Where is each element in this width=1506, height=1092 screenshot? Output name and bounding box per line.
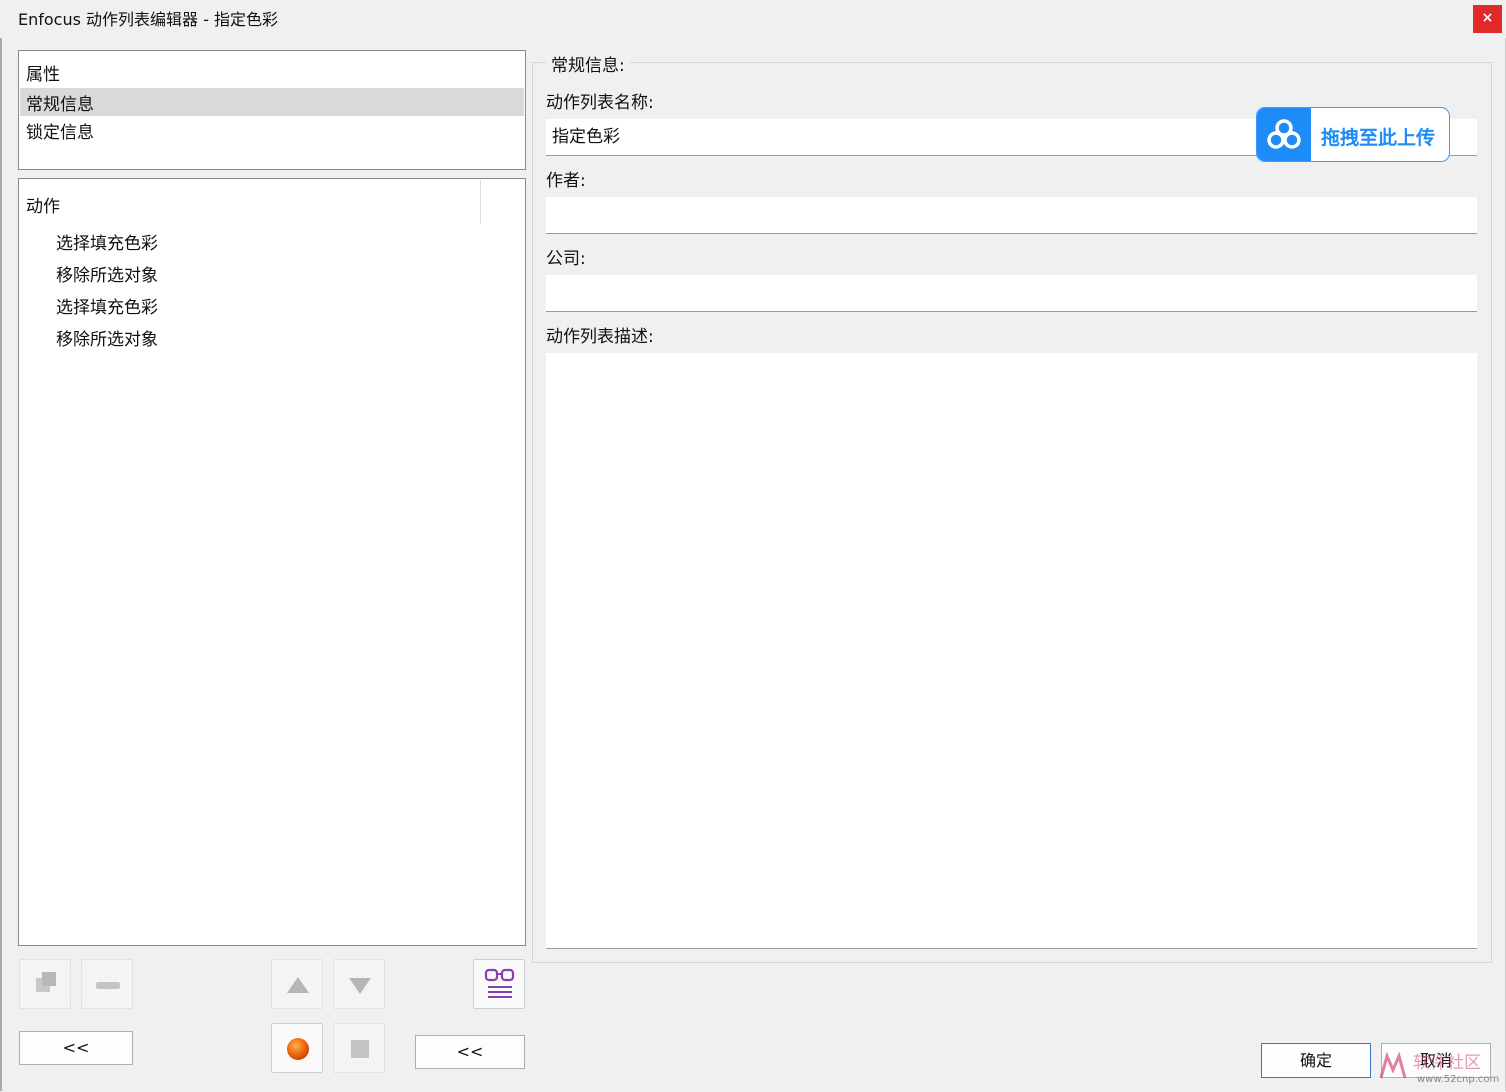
properties-selection-highlight xyxy=(20,88,524,116)
description-field[interactable] xyxy=(546,353,1477,949)
general-info-title: 常规信息: xyxy=(546,51,630,76)
upload-overlay[interactable]: 拖拽至此上传 xyxy=(1256,107,1450,162)
watermark: 软件社区 www.52cnp.com xyxy=(1377,1048,1502,1088)
action-item[interactable]: 移除所选对象 xyxy=(56,325,158,350)
action-item[interactable]: 选择填充色彩 xyxy=(56,293,158,318)
properties-list[interactable]: 属性 常规信息 锁定信息 xyxy=(18,50,526,170)
close-button[interactable]: × xyxy=(1473,5,1502,33)
move-up-button[interactable] xyxy=(271,959,323,1009)
action-item[interactable]: 移除所选对象 xyxy=(56,261,158,286)
window-title: Enfocus 动作列表编辑器 - 指定色彩 xyxy=(18,10,278,29)
record-icon xyxy=(287,1038,309,1060)
properties-item-lock[interactable]: 锁定信息 xyxy=(26,118,94,143)
ok-button[interactable]: 确定 xyxy=(1261,1043,1371,1078)
actions-list[interactable]: 动作 选择填充色彩 移除所选对象 选择填充色彩 移除所选对象 xyxy=(18,178,526,946)
glasses-document-icon xyxy=(484,968,515,998)
inspect-button[interactable] xyxy=(473,959,525,1009)
duplicate-button[interactable] xyxy=(19,959,71,1009)
move-down-button[interactable] xyxy=(333,959,385,1009)
column-divider xyxy=(480,180,481,224)
cloud-icon xyxy=(1257,108,1311,161)
collapse-left-button[interactable]: << xyxy=(19,1031,133,1065)
minus-icon xyxy=(96,982,120,989)
company-field[interactable] xyxy=(546,275,1477,312)
description-label: 动作列表描述: xyxy=(546,327,654,347)
stop-icon xyxy=(351,1040,369,1058)
name-label: 动作列表名称: xyxy=(546,93,654,113)
remove-button[interactable] xyxy=(81,959,133,1009)
upload-label: 拖拽至此上传 xyxy=(1321,127,1436,149)
svg-text:软件社区: 软件社区 xyxy=(1413,1053,1481,1073)
watermark-url: www.52cnp.com xyxy=(1417,1074,1500,1085)
arrow-down-icon xyxy=(349,978,371,994)
duplicate-icon xyxy=(36,972,56,992)
collapse-right-button[interactable]: << xyxy=(415,1035,525,1069)
properties-header: 属性 xyxy=(26,65,60,85)
record-button[interactable] xyxy=(271,1023,323,1073)
arrow-up-icon xyxy=(287,977,309,993)
author-label: 作者: xyxy=(546,171,586,191)
actions-header: 动作 xyxy=(26,197,60,217)
properties-item-general[interactable]: 常规信息 xyxy=(26,90,94,115)
action-item[interactable]: 选择填充色彩 xyxy=(56,229,158,254)
author-field[interactable] xyxy=(546,197,1477,234)
stop-button[interactable] xyxy=(333,1023,385,1073)
company-label: 公司: xyxy=(546,249,586,269)
